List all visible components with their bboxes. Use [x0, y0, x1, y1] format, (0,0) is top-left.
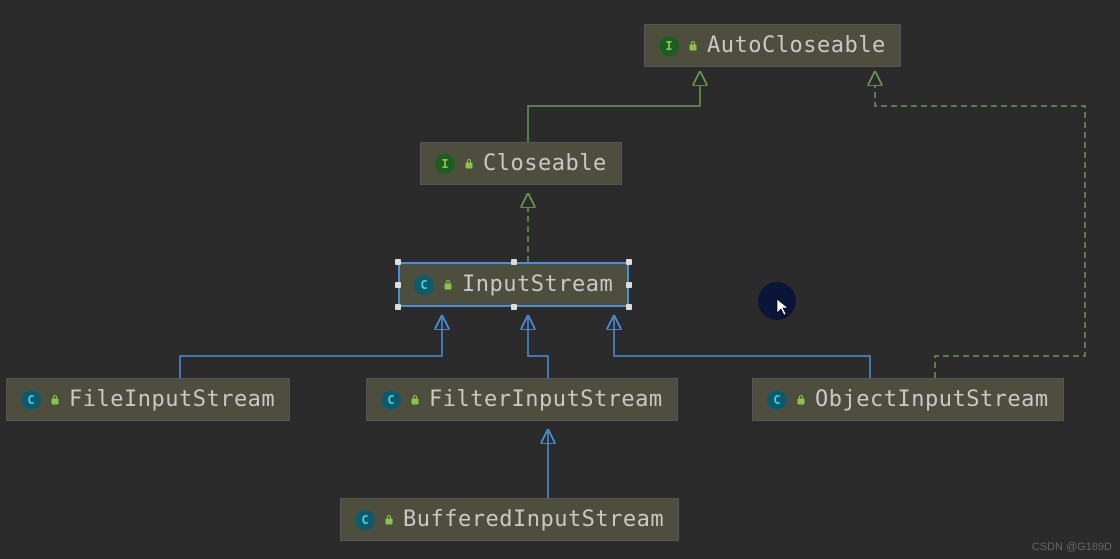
node-label: FileInputStream [69, 387, 275, 412]
lock-icon [409, 394, 421, 406]
lock-icon [687, 40, 699, 52]
class-icon: C [21, 390, 41, 410]
node-label: FilterInputStream [429, 387, 663, 412]
resize-handle-n[interactable] [511, 259, 517, 265]
diagram-canvas[interactable]: I AutoCloseable I Closeable C InputStrea… [0, 0, 1120, 559]
watermark: CSDN @G189D [1032, 541, 1112, 553]
node-label: ObjectInputStream [815, 387, 1049, 412]
cursor-icon [776, 298, 790, 316]
node-label: AutoCloseable [707, 33, 886, 58]
node-bufferedinputstream[interactable]: C BufferedInputStream [340, 498, 679, 541]
resize-handle-nw[interactable] [395, 259, 401, 265]
node-closeable[interactable]: I Closeable [420, 142, 622, 185]
interface-icon: I [659, 36, 679, 56]
lock-icon [383, 514, 395, 526]
resize-handle-sw[interactable] [395, 304, 401, 310]
resize-handle-ne[interactable] [626, 259, 632, 265]
lock-icon [442, 279, 454, 291]
resize-handle-e[interactable] [626, 282, 632, 288]
node-fileinputstream[interactable]: C FileInputStream [6, 378, 290, 421]
class-icon: C [767, 390, 787, 410]
node-label: Closeable [483, 151, 607, 176]
node-filterinputstream[interactable]: C FilterInputStream [366, 378, 678, 421]
lock-icon [463, 158, 475, 170]
class-icon: C [355, 510, 375, 530]
node-objectinputstream[interactable]: C ObjectInputStream [752, 378, 1064, 421]
resize-handle-w[interactable] [395, 282, 401, 288]
node-label: BufferedInputStream [403, 507, 664, 532]
node-autocloseable[interactable]: I AutoCloseable [644, 24, 901, 67]
class-icon: C [381, 390, 401, 410]
lock-icon [795, 394, 807, 406]
lock-icon [49, 394, 61, 406]
resize-handle-se[interactable] [626, 304, 632, 310]
node-label: InputStream [462, 272, 613, 297]
node-inputstream[interactable]: C InputStream [398, 262, 629, 307]
class-icon: C [414, 275, 434, 295]
interface-icon: I [435, 154, 455, 174]
resize-handle-s[interactable] [511, 304, 517, 310]
